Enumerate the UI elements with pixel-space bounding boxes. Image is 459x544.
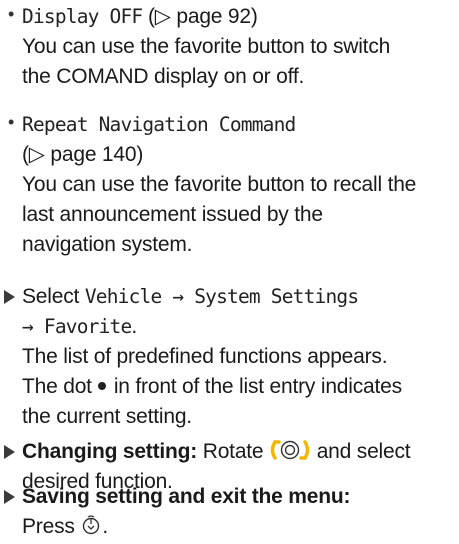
step-select-prefix: Select: [22, 285, 80, 308]
step-select-line-2: → Favorite.: [22, 312, 137, 342]
step-select-path-end: → Favorite: [22, 315, 132, 338]
step-select-result: The list of predefined functions appears…: [22, 345, 388, 368]
item-2-page-ref: (▷ page 140): [22, 143, 144, 166]
item-2-desc-line: navigation system.: [22, 233, 193, 256]
step-select-dot-line: The dot in front of the list entry indica…: [22, 372, 402, 402]
step-select-period: .: [131, 315, 138, 338]
item-2-desc-line: You can use the favorite button to recal…: [22, 173, 417, 196]
selection-dot-icon: [97, 382, 106, 390]
step-saving-label: Saving setting and exit the menu:: [22, 482, 350, 512]
step-triangle: [4, 490, 15, 504]
controller-knob-icon: [270, 440, 310, 460]
step-saving-label-text: Saving setting and exit the menu:: [22, 485, 351, 508]
step-triangle: [4, 290, 15, 304]
step-select-dot-text-a: The dot: [22, 375, 92, 398]
step-select-current-setting: the current setting.: [22, 405, 192, 428]
item-2-desc-line: last announcement issued by the: [22, 203, 323, 226]
step-select-line-1: Select Vehicle → System Settings: [22, 282, 359, 312]
bullet-dot: •: [8, 112, 15, 132]
step-saving-text-a: Press: [22, 515, 75, 538]
manual-page: • Display OFF (▷ page 92) You can use th…: [0, 0, 459, 544]
step-select-path: Vehicle → System Settings: [84, 285, 359, 308]
step-changing-text-a: Rotate: [202, 440, 264, 463]
step-changing-text-b: and select: [316, 440, 411, 463]
item-1-desc-line: the COMAND display on or off.: [22, 65, 305, 88]
item-1-term: Display OFF: [22, 5, 143, 28]
item-2-term-line: Repeat Navigation Command: [22, 110, 296, 140]
step-saving-press-line: Press .: [22, 512, 108, 542]
step-changing-line-1: Changing setting: Rotate and select: [22, 437, 411, 467]
item-1-heading: Display OFF (▷ page 92): [22, 2, 258, 32]
step-saving-period: .: [102, 515, 108, 538]
step-select-dot-text-b: in front of the list entry indicates: [113, 375, 402, 398]
press-controller-icon: [83, 515, 100, 535]
step-triangle: [4, 445, 15, 459]
item-1-desc-line: You can use the favorite button to switc…: [22, 35, 391, 58]
step-changing-label: Changing setting:: [22, 440, 198, 463]
item-1-page-ref: (▷ page 92): [147, 5, 258, 28]
item-2-term: Repeat Navigation Command: [22, 113, 296, 136]
bullet-dot: •: [8, 4, 15, 24]
